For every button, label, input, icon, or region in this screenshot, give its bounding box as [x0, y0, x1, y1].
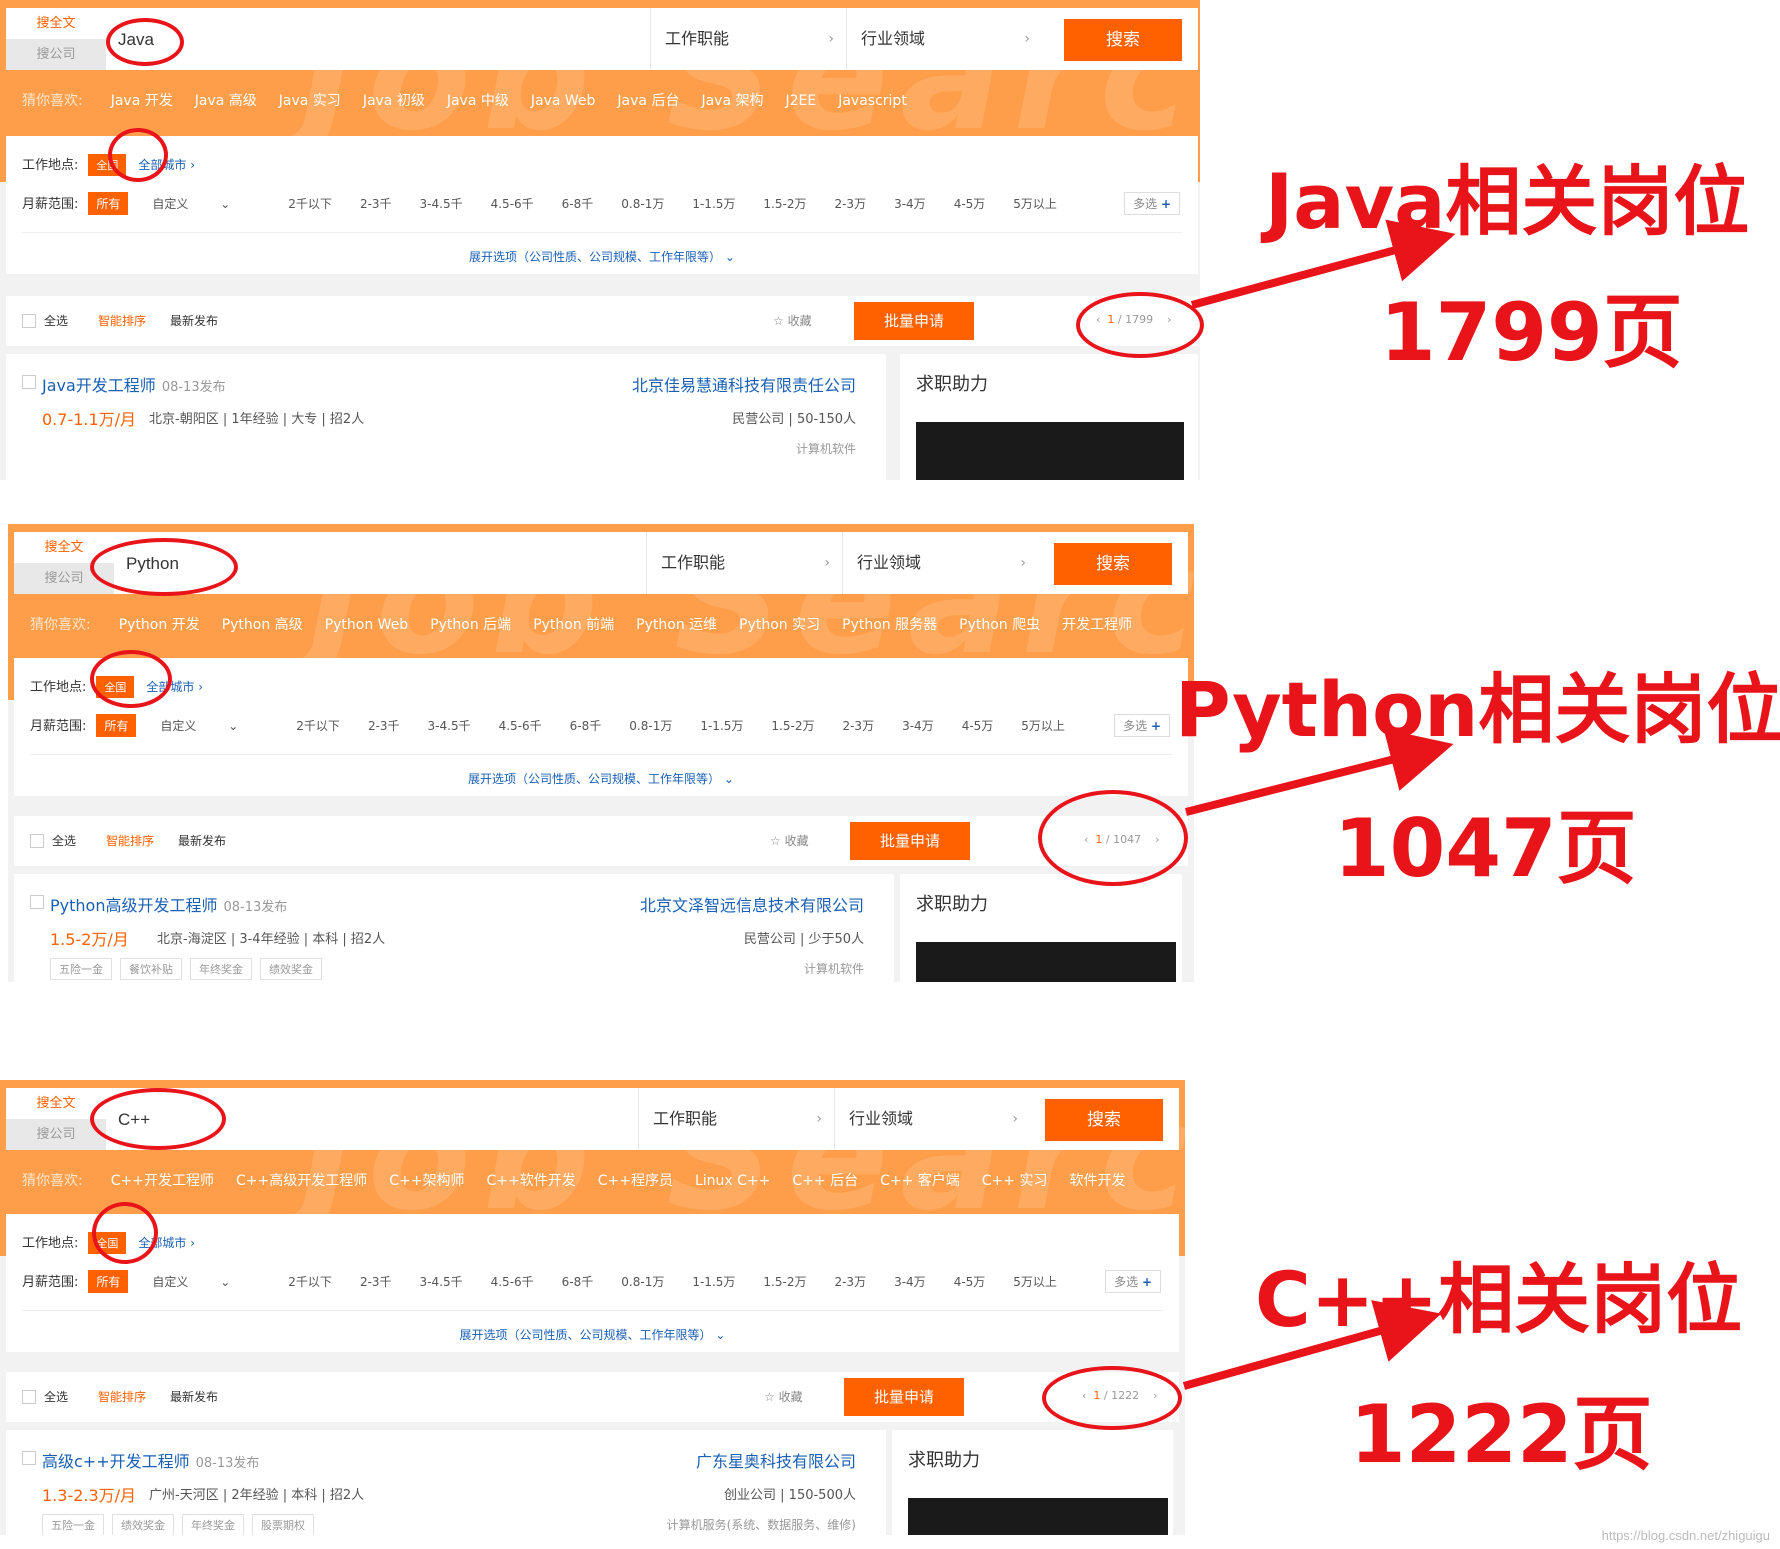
annotation-pages: 1799页	[1380, 286, 1683, 379]
annotation-title: Python相关岗位	[1175, 665, 1780, 754]
annotation-title: Java相关岗位	[1265, 157, 1750, 246]
annotation-pages: 1222页	[1350, 1388, 1653, 1481]
annotation-title: C++相关岗位	[1255, 1255, 1743, 1344]
source-watermark: https://blog.csdn.net/zhiguigu	[1601, 1528, 1770, 1543]
annotation-pages: 1047页	[1334, 802, 1637, 895]
